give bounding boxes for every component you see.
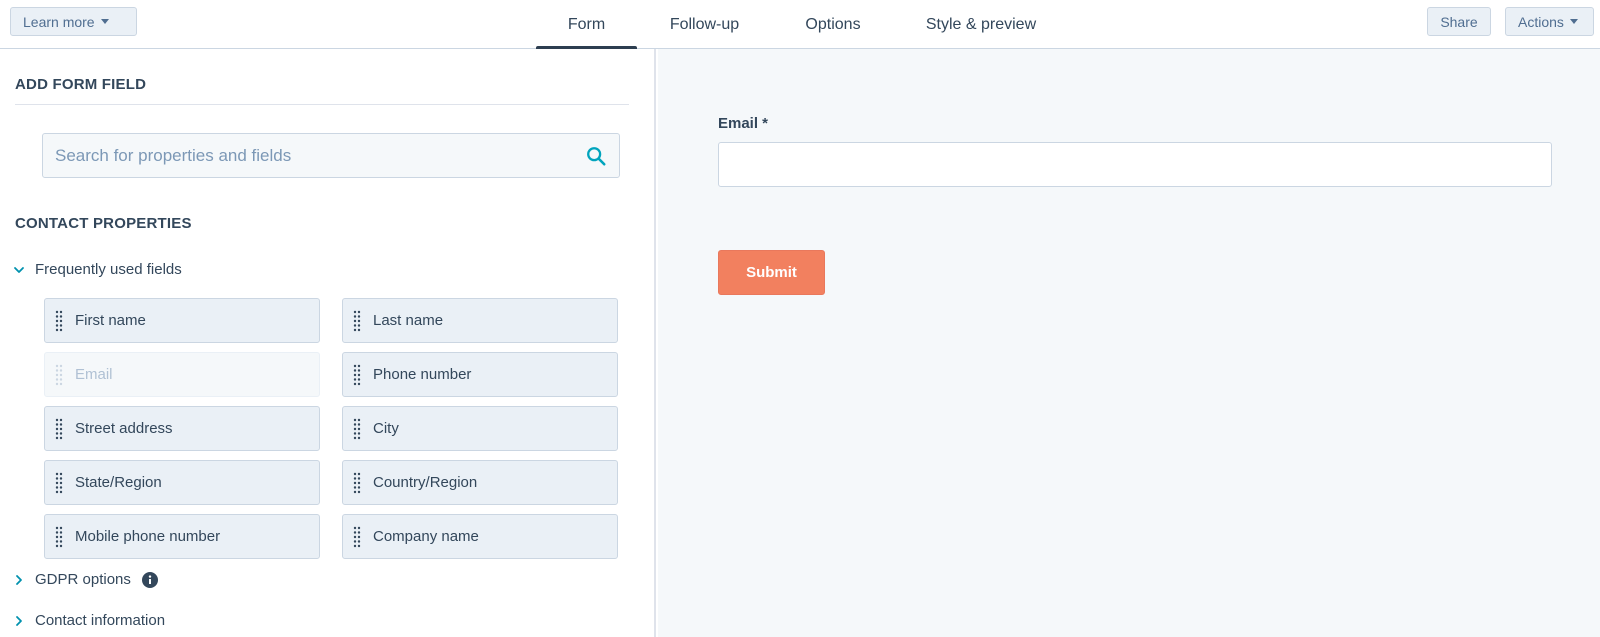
share-label: Share <box>1440 13 1478 30</box>
field-label: First name <box>75 312 146 329</box>
learn-more-label: Learn more <box>23 13 95 30</box>
caret-down-icon <box>1569 19 1578 24</box>
caret-down-icon <box>100 19 109 24</box>
field-last-name[interactable]: Last name <box>342 298 618 343</box>
submit-button[interactable]: Submit <box>718 250 825 295</box>
search-input[interactable] <box>55 145 585 166</box>
gdpr-options-toggle[interactable]: GDPR options <box>12 571 158 588</box>
tab-options[interactable]: Options <box>794 0 872 49</box>
info-icon[interactable] <box>141 571 158 588</box>
drag-handle-icon <box>353 418 361 439</box>
form-preview: Email * Submit <box>658 49 1600 637</box>
actions-label: Actions <box>1518 13 1564 30</box>
tab-form[interactable]: Form <box>536 0 637 50</box>
field-email: Email <box>44 352 320 397</box>
search-icon[interactable] <box>585 145 607 167</box>
top-bar: Learn more Form Follow-up Options Style … <box>0 0 1600 50</box>
field-label: Company name <box>373 528 479 545</box>
contact-properties-heading: CONTACT PROPERTIES <box>15 215 192 232</box>
search-field[interactable] <box>42 133 620 178</box>
field-label: Street address <box>75 420 173 437</box>
add-field-panel: ADD FORM FIELD CONTACT PROPERTIES Freque… <box>0 49 656 637</box>
field-label: Phone number <box>373 366 472 383</box>
tab-options-label: Options <box>805 15 861 33</box>
actions-button[interactable]: Actions <box>1505 7 1594 36</box>
drag-handle-icon <box>55 310 63 331</box>
field-mobile-phone-number[interactable]: Mobile phone number <box>44 514 320 559</box>
field-state-region[interactable]: State/Region <box>44 460 320 505</box>
field-street-address[interactable]: Street address <box>44 406 320 451</box>
drag-handle-icon <box>55 418 63 439</box>
drag-handle-icon <box>353 310 361 331</box>
field-label: Last name <box>373 312 444 329</box>
frequent-fields-label: Frequently used fields <box>35 261 182 278</box>
chevron-right-icon <box>16 574 22 585</box>
tab-style-preview[interactable]: Style & preview <box>917 0 1045 49</box>
tab-follow-up[interactable]: Follow-up <box>656 0 753 49</box>
contact-information-label: Contact information <box>35 612 166 629</box>
drag-handle-icon <box>55 472 63 493</box>
divider <box>15 104 629 105</box>
share-button[interactable]: Share <box>1427 7 1491 36</box>
submit-label: Submit <box>746 264 797 281</box>
drag-handle-icon <box>353 526 361 547</box>
email-field-label: Email * <box>718 115 769 132</box>
field-city[interactable]: City <box>342 406 618 451</box>
frequent-fields-toggle[interactable]: Frequently used fields <box>12 261 182 278</box>
chevron-right-icon <box>16 615 22 626</box>
tab-follow-up-label: Follow-up <box>669 15 740 33</box>
tab-form-label: Form <box>567 15 606 33</box>
email-field[interactable] <box>718 142 1552 187</box>
field-phone-number[interactable]: Phone number <box>342 352 618 397</box>
chevron-down-icon <box>14 266 24 273</box>
field-company-name[interactable]: Company name <box>342 514 618 559</box>
field-label: Country/Region <box>373 474 478 491</box>
learn-more-button[interactable]: Learn more <box>10 7 137 36</box>
drag-handle-icon <box>353 364 361 385</box>
drag-handle-icon <box>55 526 63 547</box>
field-label: State/Region <box>75 474 162 491</box>
drag-handle-icon <box>353 472 361 493</box>
field-label: Email <box>75 366 113 383</box>
gdpr-options-label: GDPR options <box>35 571 131 588</box>
contact-information-toggle[interactable]: Contact information <box>12 612 165 629</box>
drag-handle-icon <box>55 364 63 385</box>
field-country-region[interactable]: Country/Region <box>342 460 618 505</box>
add-form-field-heading: ADD FORM FIELD <box>15 76 147 93</box>
field-label: Mobile phone number <box>75 528 221 545</box>
field-label: City <box>373 420 399 437</box>
field-first-name[interactable]: First name <box>44 298 320 343</box>
tab-style-preview-label: Style & preview <box>925 15 1037 33</box>
